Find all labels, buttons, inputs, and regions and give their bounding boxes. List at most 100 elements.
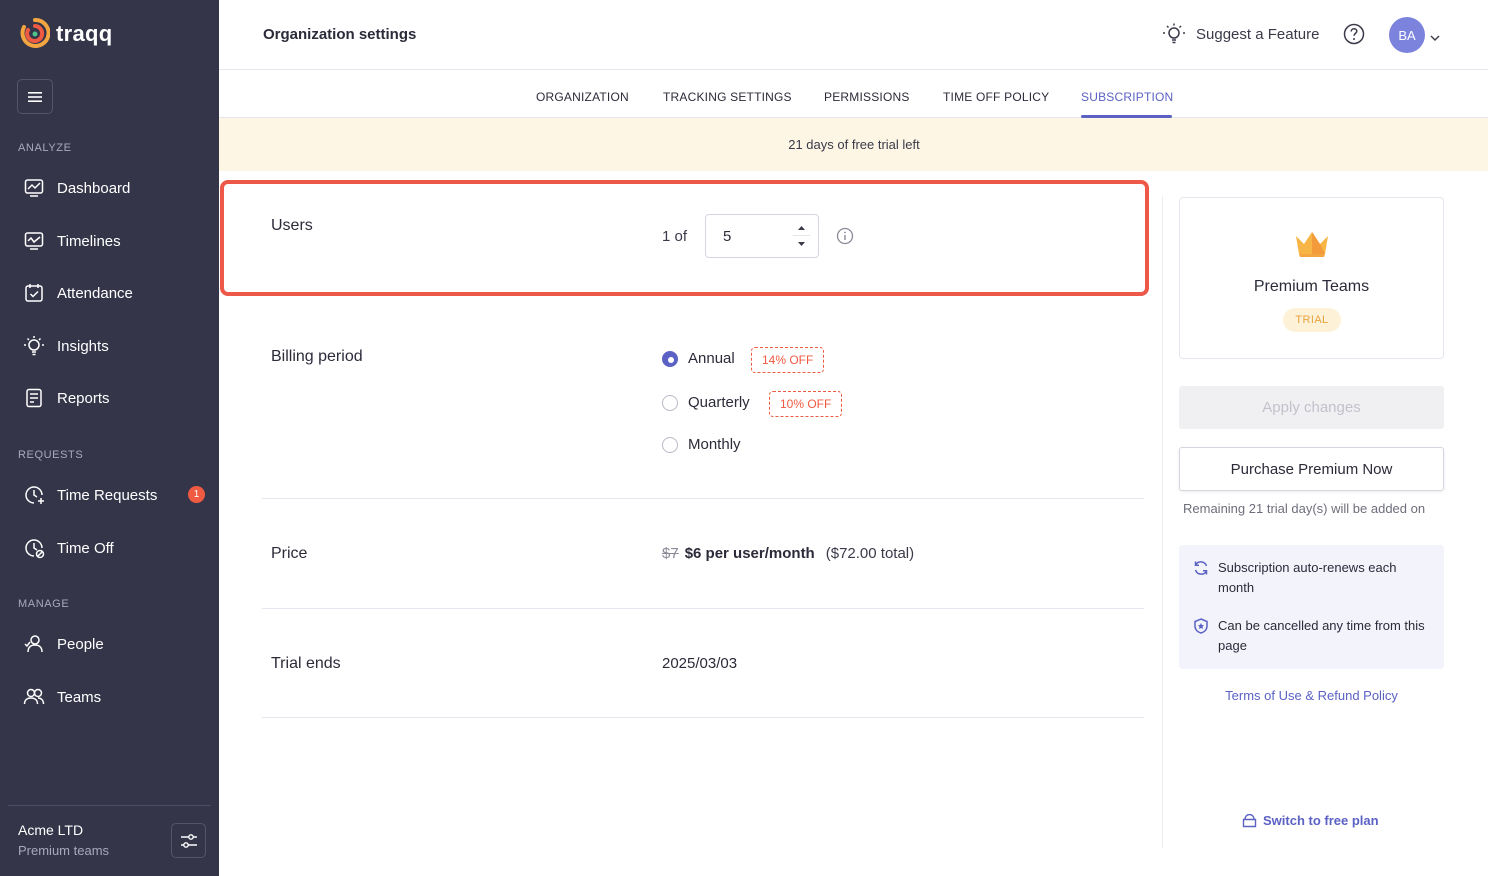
annual-discount-badge: 14% OFF	[751, 347, 825, 373]
price-total: ($72.00 total)	[825, 545, 915, 562]
info-icon	[836, 227, 854, 245]
tab-permissions[interactable]: PERMISSIONS	[824, 90, 910, 104]
section-label-requests: REQUESTS	[18, 449, 84, 461]
dashboard-icon	[23, 177, 45, 199]
trial-ends-label: Trial ends	[271, 655, 341, 672]
refresh-icon	[1194, 561, 1208, 575]
user-avatar[interactable]: BA	[1389, 17, 1425, 53]
tab-subscription[interactable]: SUBSCRIPTION	[1081, 90, 1173, 104]
row-divider	[262, 717, 1144, 718]
attendance-icon	[23, 282, 45, 304]
panel-divider	[1162, 196, 1163, 848]
sidebar-item-time-requests[interactable]: Time Requests 1	[23, 483, 208, 507]
sliders-icon	[180, 833, 197, 848]
section-label-manage: MANAGE	[18, 598, 70, 610]
radio-button-checked[interactable]	[662, 350, 678, 367]
trial-badge: TRIAL	[1283, 308, 1341, 332]
tab-tracking-settings[interactable]: TRACKING SETTINGS	[663, 90, 792, 104]
sidebar-item-insights[interactable]: Insights	[23, 334, 208, 358]
crown-icon	[1296, 232, 1328, 257]
sidebar-item-people[interactable]: People	[23, 632, 208, 656]
billing-option-label: Monthly	[688, 436, 741, 453]
users-count-prefix: 1 of	[662, 228, 688, 245]
sidebar-item-label: People	[57, 635, 104, 653]
users-quantity-value: 5	[723, 228, 732, 245]
insights-icon	[23, 335, 45, 357]
sidebar-item-label: Dashboard	[57, 179, 131, 197]
sidebar: traqq ANALYZE Dashboard Timelines Attend…	[0, 0, 219, 876]
plan-name: Premium Teams	[1253, 278, 1370, 295]
shield-icon	[1194, 618, 1208, 634]
auto-renew-text: Subscription auto-renews each month	[1218, 560, 1397, 595]
people-icon	[23, 633, 45, 655]
billing-option-quarterly[interactable]: Quarterly	[662, 394, 750, 411]
row-divider	[262, 608, 1144, 609]
menu-toggle-button[interactable]	[17, 79, 53, 114]
sidebar-item-dashboard[interactable]: Dashboard	[23, 176, 208, 200]
switch-to-free-plan-link[interactable]: Switch to free plan	[1242, 813, 1379, 828]
billing-option-label: Quarterly	[688, 394, 750, 411]
app-logo[interactable]: traqq	[20, 17, 113, 51]
sidebar-item-time-off[interactable]: Time Off	[23, 536, 208, 560]
billing-period-label: Billing period	[271, 348, 363, 365]
radio-button[interactable]	[662, 394, 678, 411]
account-menu-toggle[interactable]	[1430, 29, 1440, 47]
help-button[interactable]	[1343, 23, 1365, 50]
terms-refund-link[interactable]: Terms of Use & Refund Policy	[1179, 688, 1444, 703]
stepper-divider	[793, 235, 810, 236]
billing-option-monthly[interactable]: Monthly	[662, 436, 741, 453]
teams-icon	[23, 686, 45, 708]
timelines-icon	[23, 230, 45, 252]
price-value: $7 $6 per user/month ($72.00 total)	[662, 545, 914, 562]
radio-button[interactable]	[662, 436, 678, 453]
billing-option-annual[interactable]: Annual	[662, 350, 735, 367]
sidebar-item-label: Attendance	[57, 284, 133, 302]
sidebar-item-label: Time Off	[57, 539, 114, 557]
subscription-info-box: Subscription auto-renews each month Can …	[1179, 545, 1444, 669]
price-discounted: $6 per user/month	[684, 545, 815, 562]
organization-settings-button[interactable]	[171, 823, 206, 858]
users-info-tooltip[interactable]	[836, 227, 854, 250]
tab-organization[interactable]: ORGANIZATION	[536, 90, 629, 104]
apply-changes-button[interactable]: Apply changes	[1179, 386, 1444, 429]
sidebar-item-label: Time Requests	[57, 486, 158, 504]
sidebar-item-label: Timelines	[57, 232, 121, 250]
suggest-feature-button[interactable]: Suggest a Feature	[1162, 22, 1319, 46]
cancel-info: Can be cancelled any time from this page	[1193, 616, 1433, 656]
notification-badge: 1	[188, 486, 205, 503]
remaining-trial-note: Remaining 21 trial day(s) will be added …	[1183, 501, 1426, 516]
organization-name: Acme LTD	[18, 822, 84, 838]
auto-renew-info: Subscription auto-renews each month	[1193, 558, 1433, 598]
price-label: Price	[271, 545, 308, 562]
sidebar-item-label: Reports	[57, 389, 110, 407]
trial-banner: 21 days of free trial left	[219, 118, 1489, 171]
suggest-feature-label: Suggest a Feature	[1196, 25, 1320, 43]
cancel-info-text: Can be cancelled any time from this page	[1218, 618, 1425, 653]
sidebar-item-attendance[interactable]: Attendance	[23, 281, 208, 305]
time-requests-icon	[23, 484, 45, 506]
traqq-logo-icon	[20, 17, 50, 48]
window-edge	[1488, 0, 1512, 876]
section-label-analyze: ANALYZE	[18, 142, 72, 154]
question-icon	[1343, 23, 1365, 45]
top-header: Organization settings Suggest a Feature …	[219, 0, 1489, 70]
settings-tabs: ORGANIZATION TRACKING SETTINGS PERMISSIO…	[219, 70, 1489, 118]
price-original: $7	[662, 545, 679, 562]
increment-arrow-icon[interactable]	[797, 224, 806, 232]
users-quantity-stepper[interactable]: 5	[705, 214, 819, 258]
sidebar-item-label: Insights	[57, 337, 109, 355]
billing-option-label: Annual	[688, 350, 735, 367]
app-name: traqq	[56, 21, 113, 46]
sidebar-item-timelines[interactable]: Timelines	[23, 229, 208, 253]
sidebar-item-label: Teams	[57, 688, 102, 706]
cloud-switch-icon	[1242, 813, 1257, 827]
decrement-arrow-icon[interactable]	[797, 240, 806, 248]
tab-time-off-policy[interactable]: TIME OFF POLICY	[943, 90, 1049, 104]
trial-ends-date: 2025/03/03	[662, 655, 738, 672]
chevron-down-icon	[1430, 35, 1440, 41]
purchase-premium-button[interactable]: Purchase Premium Now	[1179, 447, 1444, 491]
page-title: Organization settings	[263, 26, 417, 43]
sidebar-item-teams[interactable]: Teams	[23, 685, 208, 709]
switch-plan-label: Switch to free plan	[1263, 813, 1379, 828]
sidebar-item-reports[interactable]: Reports	[23, 386, 208, 410]
